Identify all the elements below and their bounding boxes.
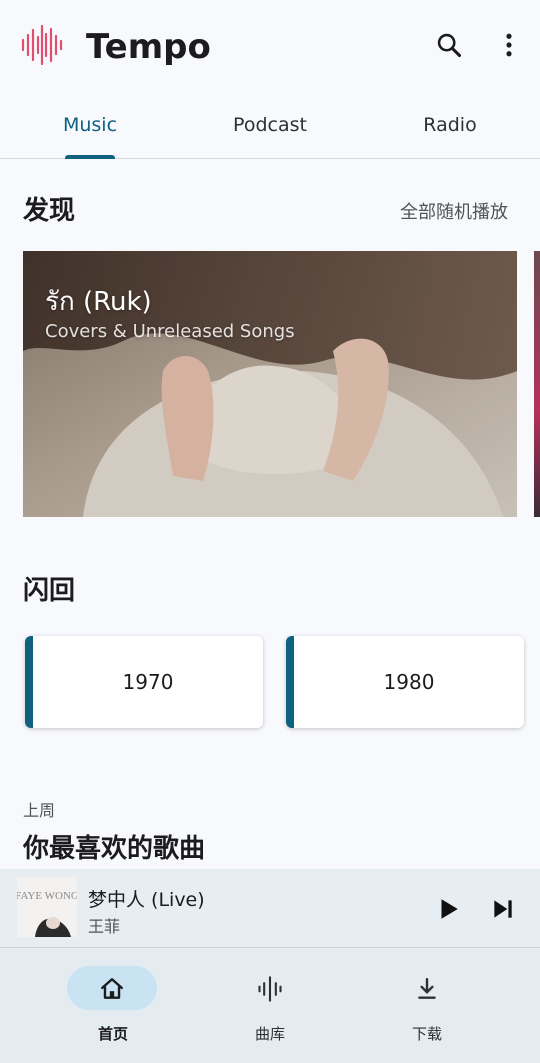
decade-card-1970[interactable]: 1970 <box>25 636 263 728</box>
hero-album-subtitle: Covers & Unreleased Songs <box>45 321 295 342</box>
now-playing-title: 梦中人 (Live) <box>88 889 205 911</box>
tab-bar: Music Podcast Radio <box>0 92 540 159</box>
search-icon <box>437 33 462 58</box>
last-week-label: 上周 <box>23 801 56 820</box>
next-discover-card[interactable] <box>534 251 540 517</box>
nav-label-home: 首页 <box>97 1025 128 1043</box>
mini-player[interactable]: FAYE WONG 梦中人 (Live) 王菲 <box>0 869 540 947</box>
app-bar: Tempo <box>0 0 540 92</box>
now-playing-artist: 王菲 <box>88 917 121 936</box>
decade-accent-bar <box>25 636 33 728</box>
app-title: Tempo <box>86 27 211 67</box>
discover-card[interactable]: รัก (Ruk) Covers & Unreleased Songs <box>23 251 517 517</box>
now-playing-cover: FAYE WONG <box>17 877 77 937</box>
flashback-title: 闪回 <box>23 576 76 606</box>
play-button[interactable] <box>428 889 468 929</box>
tab-radio[interactable]: Radio <box>360 92 540 158</box>
decade-label: 1970 <box>122 670 174 694</box>
skip-next-icon <box>494 900 512 918</box>
cover-text: FAYE WONG <box>17 890 77 902</box>
nav-item-downloads[interactable]: 下载 <box>337 948 517 1063</box>
decade-label: 1980 <box>383 670 435 694</box>
tab-podcast[interactable]: Podcast <box>180 92 360 158</box>
nav-item-home[interactable]: 首页 <box>23 948 203 1063</box>
nav-item-library[interactable]: 曲库 <box>180 948 360 1063</box>
nav-label-downloads: 下载 <box>411 1025 442 1043</box>
waveform-icon <box>255 974 285 1004</box>
nav-label-library: 曲库 <box>254 1025 285 1043</box>
favorite-songs-title: 你最喜欢的歌曲 <box>23 834 206 864</box>
hero-album-title: รัก (Ruk) <box>45 287 152 317</box>
skip-next-button[interactable] <box>483 889 523 929</box>
discover-title: 发现 <box>23 196 76 226</box>
shuffle-all-button[interactable]: 全部随机播放 <box>400 198 508 224</box>
home-icon <box>97 974 127 1004</box>
tempo-logo-icon <box>21 24 63 66</box>
decade-card-1980[interactable]: 1980 <box>286 636 524 728</box>
search-button[interactable] <box>427 23 471 67</box>
more-vert-icon <box>506 33 512 57</box>
more-options-button[interactable] <box>487 23 531 67</box>
active-tab-indicator <box>65 155 115 159</box>
bottom-navigation: 首页 曲库 下载 <box>0 947 540 1063</box>
decade-accent-bar <box>286 636 294 728</box>
download-icon <box>412 974 442 1004</box>
tab-music[interactable]: Music <box>0 92 180 158</box>
play-icon <box>441 899 458 919</box>
